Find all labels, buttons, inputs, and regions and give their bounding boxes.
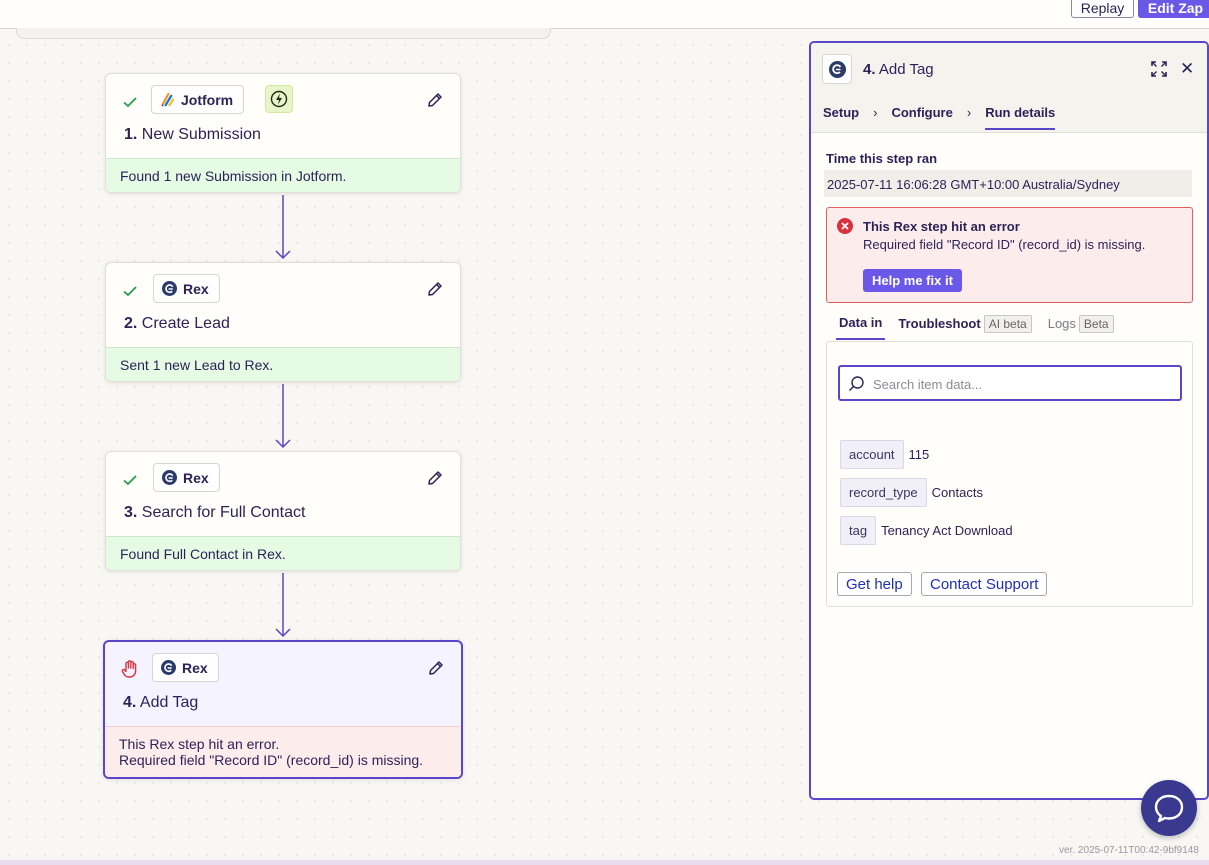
- step-status-message: Found Full Contact in Rex.: [106, 536, 460, 570]
- step-title: 2. Create Lead: [124, 315, 230, 332]
- step-details-panel: 4. Add Tag ✕ Setup › Configure › Run det…: [809, 41, 1209, 800]
- field-key[interactable]: account: [840, 440, 904, 469]
- field-key[interactable]: record_type: [840, 478, 927, 507]
- expand-icon[interactable]: [1151, 61, 1167, 77]
- replay-button[interactable]: Replay: [1071, 0, 1134, 18]
- connector-arrow: [275, 573, 291, 638]
- chevron-right-icon: ›: [966, 105, 972, 120]
- tab-configure[interactable]: Configure: [891, 105, 952, 130]
- rex-icon: [162, 470, 177, 485]
- tab-setup[interactable]: Setup: [823, 105, 859, 130]
- edit-pencil-icon[interactable]: [426, 280, 444, 298]
- beta-badge: Beta: [1078, 315, 1114, 333]
- data-field-row: tag Tenancy Act Download: [840, 516, 1013, 545]
- app-chip-rex: Rex: [152, 653, 219, 682]
- rex-icon: [162, 281, 177, 296]
- field-key[interactable]: tag: [840, 516, 877, 545]
- edit-zap-button[interactable]: Edit Zap: [1138, 0, 1209, 18]
- field-value: Contacts: [931, 485, 983, 500]
- app-name: Rex: [182, 659, 208, 676]
- step-error-line-2: Required field "Record ID" (record_id) i…: [119, 752, 424, 768]
- panel-app-logo: [822, 54, 852, 84]
- tab-run-details[interactable]: Run details: [985, 105, 1056, 130]
- time-value: 2025-07-11 16:06:28 GMT+10:00 Australia/…: [824, 170, 1192, 197]
- chat-bubble-icon: [1154, 794, 1184, 823]
- connector-arrow: [275, 384, 291, 449]
- error-alert: This Rex step hit an error Required fiel…: [826, 207, 1193, 303]
- canvas-toolbar-strip: [16, 28, 551, 39]
- data-subtabs: Data in Troubleshoot AI beta Logs Beta: [836, 315, 1117, 340]
- time-label: Time this step ran: [826, 151, 938, 166]
- search-icon: [848, 376, 864, 392]
- rex-icon: [828, 60, 846, 78]
- get-help-button[interactable]: Get help: [837, 572, 912, 596]
- rex-icon: [161, 660, 176, 675]
- subtab-logs[interactable]: Logs Beta: [1045, 315, 1117, 339]
- field-value: 115: [908, 447, 930, 462]
- chat-support-button[interactable]: [1141, 780, 1197, 836]
- step-title: 3. Search for Full Contact: [124, 504, 306, 521]
- check-icon: [123, 97, 137, 108]
- check-icon: [123, 286, 137, 297]
- step-error-line-1: This Rex step hit an error.: [119, 736, 280, 752]
- app-name: Jotform: [181, 91, 234, 108]
- step-card-3[interactable]: Rex 3. Search for Full Contact Found Ful…: [105, 451, 461, 571]
- panel-tabs: Setup › Configure › Run details: [823, 105, 1056, 130]
- stop-hand-icon: [121, 660, 137, 678]
- step-card-2[interactable]: Rex 2. Create Lead Sent 1 new Lead to Re…: [105, 262, 461, 382]
- step-card-4[interactable]: Rex 4. Add Tag This Rex step hit an erro…: [103, 640, 463, 779]
- error-title: This Rex step hit an error: [863, 219, 1020, 234]
- step-status-message: Sent 1 new Lead to Rex.: [106, 347, 460, 381]
- app-name: Rex: [183, 280, 209, 297]
- bottom-border: [0, 860, 1209, 865]
- check-icon: [123, 475, 137, 486]
- ai-beta-badge: AI beta: [983, 315, 1032, 333]
- app-chip-jotform: Jotform: [151, 85, 245, 114]
- connector-arrow: [275, 195, 291, 260]
- app-chip-rex: Rex: [153, 274, 220, 303]
- contact-support-button[interactable]: Contact Support: [921, 572, 1048, 596]
- step-title: 1. New Submission: [124, 126, 261, 143]
- close-icon[interactable]: ✕: [1180, 60, 1194, 77]
- app-name: Rex: [183, 469, 209, 486]
- panel-title: 4. Add Tag: [863, 61, 934, 78]
- search-field[interactable]: [838, 365, 1182, 401]
- help-me-fix-button[interactable]: Help me fix it: [863, 269, 962, 292]
- data-field-row: account 115: [840, 440, 929, 469]
- field-value: Tenancy Act Download: [881, 523, 1013, 538]
- data-in-box: account 115 record_type Contacts tag Ten…: [826, 341, 1193, 607]
- step-card-1[interactable]: Jotform 1. New Submission Found 1 new Su…: [105, 73, 461, 193]
- chevron-right-icon: ›: [873, 105, 878, 120]
- trigger-bolt-icon: [265, 85, 293, 113]
- edit-pencil-icon[interactable]: [426, 469, 444, 487]
- step-error-message: This Rex step hit an error. Required fie…: [105, 726, 461, 777]
- search-input[interactable]: [873, 374, 1173, 394]
- error-message: Required field "Record ID" (record_id) i…: [863, 237, 1146, 252]
- edit-pencil-icon[interactable]: [427, 659, 445, 677]
- step-title: 4. Add Tag: [123, 694, 199, 711]
- subtab-troubleshoot[interactable]: Troubleshoot AI beta: [895, 315, 1034, 339]
- error-x-icon: [837, 218, 853, 234]
- jotform-icon: [161, 92, 175, 107]
- edit-pencil-icon[interactable]: [426, 91, 444, 109]
- app-chip-rex: Rex: [153, 463, 220, 492]
- version-label: ver. 2025-07-11T00:42-9bf9148: [1059, 845, 1199, 856]
- data-field-row: record_type Contacts: [840, 478, 983, 507]
- top-bar: [0, 0, 1209, 29]
- subtab-data-in[interactable]: Data in: [836, 315, 886, 340]
- step-status-message: Found 1 new Submission in Jotform.: [106, 158, 460, 192]
